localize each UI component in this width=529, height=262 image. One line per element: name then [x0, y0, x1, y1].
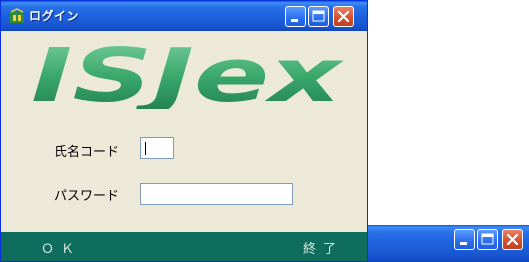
ok-button[interactable]: ＯＫ	[41, 238, 81, 257]
minimize-icon	[460, 242, 467, 245]
isjex-logo: ISJex	[31, 39, 344, 109]
logo-text: ISJex	[31, 39, 344, 109]
close-icon	[506, 233, 519, 246]
text-caret	[145, 142, 146, 155]
isjex-app-icon	[10, 8, 24, 23]
maximize-icon	[312, 10, 325, 22]
name-code-label: 氏名コード	[54, 145, 120, 160]
close-icon	[337, 10, 350, 23]
password-label: パスワード	[54, 189, 120, 204]
minimize-icon	[291, 19, 298, 22]
maximize-button[interactable]	[308, 6, 329, 27]
close-button[interactable]	[333, 6, 354, 27]
maximize-icon	[481, 233, 494, 245]
minimize-button[interactable]	[285, 6, 306, 27]
background-maximize-button[interactable]	[477, 229, 498, 250]
window-title: ログイン	[29, 9, 80, 23]
password-input[interactable]	[140, 183, 293, 205]
background-close-button[interactable]	[502, 229, 523, 250]
login-window: ログイン ISJex 氏名コード パスワード ＯＫ 終了	[0, 0, 368, 262]
titlebar[interactable]: ログイン	[1, 1, 367, 31]
background-minimize-button[interactable]	[454, 229, 475, 250]
exit-button[interactable]: 終了	[303, 238, 343, 257]
footer-button-bar: ＯＫ 終了	[1, 232, 367, 261]
